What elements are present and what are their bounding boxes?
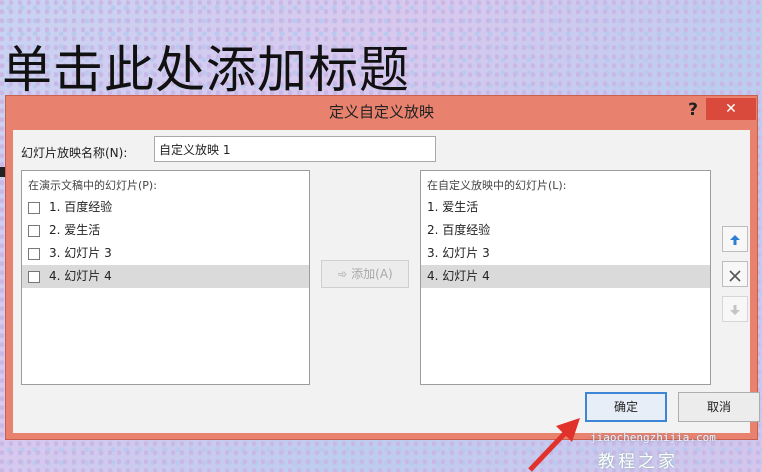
checkbox[interactable]	[28, 224, 40, 237]
watermark-logo: 教程之家	[598, 452, 678, 472]
dialog-client: 幻灯片放映名称(N): 在演示文稿中的幻灯片(P): 1. 百度经验 2. 爱生…	[13, 130, 760, 433]
custom-show-slides-caption: 在自定义放映中的幻灯片(L):	[427, 179, 567, 192]
cancel-button[interactable]: 取消	[678, 392, 760, 422]
close-button[interactable]: ✕	[706, 98, 756, 120]
slide-list-item[interactable]: 1. 百度经验	[22, 196, 309, 219]
show-name-input[interactable]	[154, 136, 436, 162]
move-up-button[interactable]	[722, 226, 748, 252]
dialog-title: 定义自定义放映	[328, 103, 434, 121]
presentation-slides-list[interactable]: 在演示文稿中的幻灯片(P): 1. 百度经验 2. 爱生活 3. 幻灯片 3 4…	[21, 170, 310, 385]
add-button[interactable]: ➾ 添加(A)	[321, 260, 409, 288]
slide-item-label: 3. 幻灯片 3	[49, 246, 112, 260]
slide-title-placeholder[interactable]: 单击此处添加标题	[2, 30, 410, 102]
checkbox[interactable]	[28, 247, 40, 260]
custom-list-item-selected[interactable]: 4. 幻灯片 4	[421, 265, 710, 288]
custom-show-slides-list[interactable]: 在自定义放映中的幻灯片(L): 1. 爱生活 2. 百度经验 3. 幻灯片 3 …	[420, 170, 711, 385]
help-button[interactable]: ?	[682, 98, 704, 122]
close-icon	[729, 269, 741, 282]
custom-list-item[interactable]: 3. 幻灯片 3	[421, 242, 710, 265]
arrow-up-icon	[730, 234, 740, 245]
custom-show-dialog: 定义自定义放映 ? ✕ 幻灯片放映名称(N): 在演示文稿中的幻灯片(P): 1…	[5, 95, 760, 440]
annotation-arrow-icon	[528, 418, 580, 472]
ok-button[interactable]: 确定	[585, 392, 667, 422]
checkbox[interactable]	[28, 270, 40, 283]
arrow-down-icon	[730, 304, 740, 315]
slide-item-label: 4. 幻灯片 4	[49, 269, 112, 283]
slide-item-label: 2. 爱生活	[49, 223, 101, 237]
presentation-slides-caption: 在演示文稿中的幻灯片(P):	[28, 179, 157, 192]
slide-item-label: 1. 百度经验	[49, 200, 113, 214]
move-down-button[interactable]	[722, 296, 748, 322]
slide-list-item[interactable]: 2. 爱生活	[22, 219, 309, 242]
checkbox[interactable]	[28, 201, 40, 214]
show-name-label: 幻灯片放映名称(N):	[21, 146, 128, 160]
remove-button[interactable]	[722, 261, 748, 287]
custom-list-item[interactable]: 1. 爱生活	[421, 196, 710, 219]
slide-list-item[interactable]: 3. 幻灯片 3	[22, 242, 309, 265]
watermark-url: jiaochengzhijia.com	[590, 431, 716, 444]
slide-list-item-selected[interactable]: 4. 幻灯片 4	[22, 265, 309, 288]
custom-list-item[interactable]: 2. 百度经验	[421, 219, 710, 242]
